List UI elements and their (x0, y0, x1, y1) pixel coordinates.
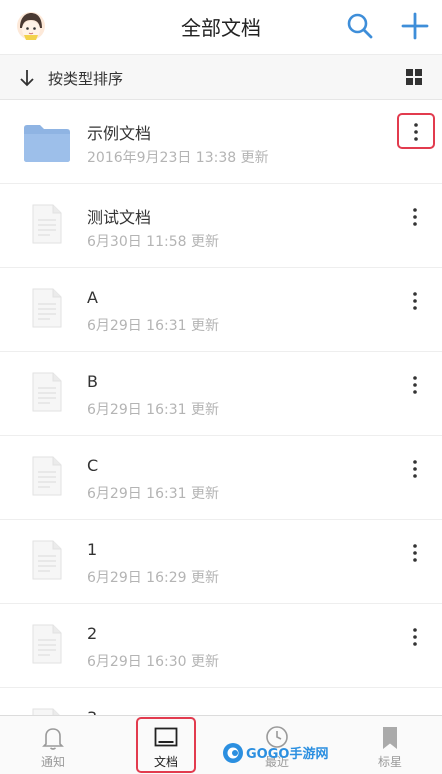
list-item-document[interactable]: B 6月29日 16:31 更新 (0, 352, 442, 436)
list-item-document[interactable]: A 6月29日 16:31 更新 (0, 268, 442, 352)
list-item-document[interactable]: 测试文档 6月30日 11:58 更新 (0, 184, 442, 268)
file-name: 1 (87, 540, 98, 559)
grid-view-icon[interactable] (406, 69, 422, 85)
list-item-document[interactable]: C 6月29日 16:31 更新 (0, 436, 442, 520)
list-item-document[interactable]: 1 6月29日 16:29 更新 (0, 520, 442, 604)
highlight-frame (136, 717, 196, 773)
sort-bar: 按类型排序 (0, 54, 442, 100)
file-updated-time: 6月29日 16:31 更新 (87, 402, 219, 418)
tab-starred[interactable]: 标星 (360, 716, 420, 774)
list-item-document[interactable]: 3 (0, 688, 442, 715)
bell-icon (42, 728, 64, 750)
file-updated-time: 6月30日 11:58 更新 (87, 234, 219, 250)
more-vertical-icon[interactable] (404, 206, 426, 228)
document-icon (32, 624, 62, 664)
more-vertical-icon[interactable] (404, 458, 426, 480)
file-updated-time: 2016年9月23日 13:38 更新 (87, 150, 269, 166)
document-icon (32, 708, 60, 715)
page-title: 全部文档 (181, 16, 261, 40)
file-name: 2 (87, 624, 98, 643)
list-item-document[interactable]: 2 6月29日 16:30 更新 (0, 604, 442, 688)
list-item-folder[interactable]: 示例文档 2016年9月23日 13:38 更新 (0, 100, 442, 184)
document-icon (32, 456, 62, 496)
bookmark-icon (383, 727, 397, 749)
search-icon[interactable] (346, 12, 374, 40)
document-icon (32, 204, 62, 244)
more-vertical-icon (414, 123, 418, 141)
file-list: 示例文档 2016年9月23日 13:38 更新 测试文档 6月30日 11:5… (0, 100, 442, 715)
more-vertical-icon[interactable] (404, 290, 426, 312)
file-updated-time: 6月29日 16:31 更新 (87, 486, 219, 502)
document-icon (32, 372, 62, 412)
tab-label: 通知 (40, 755, 65, 769)
more-vertical-icon[interactable] (404, 626, 426, 648)
tab-label: 标星 (377, 755, 402, 769)
arrow-down-icon[interactable] (18, 68, 36, 88)
more-vertical-icon[interactable] (404, 374, 426, 396)
file-name: B (87, 372, 98, 391)
sort-button[interactable]: 按类型排序 (48, 68, 123, 89)
file-name: A (87, 288, 98, 307)
more-vertical-icon[interactable] (404, 542, 426, 564)
watermark-text: GOGO手游网 (246, 746, 328, 762)
document-icon (32, 288, 62, 328)
file-name: 示例文档 (87, 124, 152, 143)
file-updated-time: 6月29日 16:29 更新 (87, 570, 219, 586)
file-name: 测试文档 (87, 208, 152, 227)
file-updated-time: 6月29日 16:31 更新 (87, 318, 219, 334)
watermark-logo: GOGO手游网 (223, 743, 328, 763)
document-icon (32, 540, 62, 580)
file-updated-time: 6月29日 16:30 更新 (87, 654, 219, 670)
more-options-button[interactable] (397, 113, 435, 149)
plus-icon[interactable] (400, 11, 430, 41)
folder-icon (24, 125, 70, 162)
bottom-tab-bar: 通知 文档 最近 标星 (0, 715, 442, 774)
tab-notifications[interactable]: 通知 (23, 716, 83, 774)
file-name: C (87, 456, 99, 475)
top-bar: 全部文档 (0, 0, 442, 54)
file-name: 3 (87, 708, 97, 715)
